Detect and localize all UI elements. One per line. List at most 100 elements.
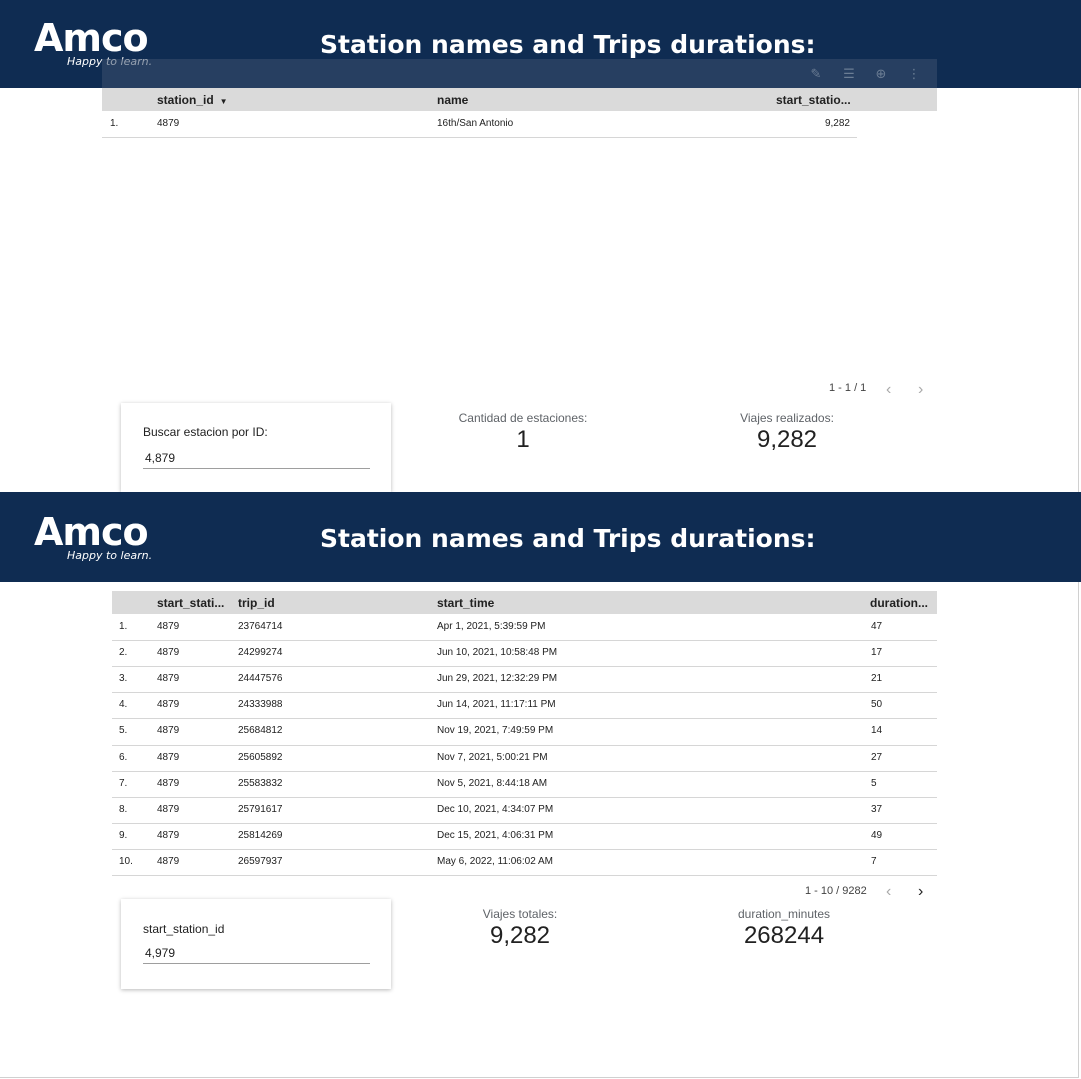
logo-wordmark: Amco <box>34 16 149 60</box>
cell-start-time: May 6, 2022, 11:06:02 AM <box>437 855 554 867</box>
cell-trip-id: 25791617 <box>238 803 283 815</box>
cell-start-time: Jun 14, 2021, 11:17:11 PM <box>437 699 556 711</box>
page-title: Station names and Trips durations: <box>320 30 816 59</box>
row-divider <box>112 875 937 876</box>
row-divider <box>112 823 937 824</box>
page-title: Station names and Trips durations: <box>320 524 816 553</box>
cell-start-station: 4879 <box>157 725 180 737</box>
next-page-button[interactable]: › <box>918 382 923 398</box>
cell-start-station: 4879 <box>157 777 180 789</box>
column-header-name[interactable]: name <box>437 93 468 107</box>
row-number: 8. <box>119 803 128 815</box>
cell-start-station: 4879 <box>157 855 180 867</box>
cell-duration: 5 <box>871 777 877 789</box>
prev-page-button[interactable]: ‹ <box>886 884 891 900</box>
cell-start-time: Nov 19, 2021, 7:49:59 PM <box>437 725 554 737</box>
column-header-start-time[interactable]: start_time <box>437 596 494 610</box>
row-divider <box>102 137 857 138</box>
cell-station-id: 4879 <box>157 118 180 129</box>
cell-duration: 50 <box>871 699 883 711</box>
column-header-start-station[interactable]: start_statio... <box>776 93 851 107</box>
pagination-label: 1 - 1 / 1 <box>829 382 867 394</box>
cell-name: 16th/San Antonio <box>437 118 514 129</box>
scorecard-label: Cantidad de estaciones: <box>458 411 588 425</box>
cell-start-time: Apr 1, 2021, 5:39:59 PM <box>437 621 546 632</box>
cell-start-time: Nov 7, 2021, 5:00:21 PM <box>437 751 548 763</box>
scorecard-value: 9,282 <box>489 922 551 949</box>
cell-start-station: 4879 <box>157 647 180 659</box>
cell-start-time: Jun 10, 2021, 10:58:48 PM <box>437 647 558 659</box>
cell-trip-id: 25684812 <box>238 725 283 737</box>
row-number: 4. <box>119 699 128 711</box>
row-divider <box>112 692 937 693</box>
cell-start-station: 4879 <box>157 621 180 632</box>
pencil-icon[interactable]: ✎ <box>808 66 824 82</box>
row-divider <box>112 718 937 719</box>
table-header: station_id ▼ name start_statio... <box>102 88 937 111</box>
start-station-id-input[interactable]: 4,979 <box>143 944 370 964</box>
table-header: start_stati... trip_id start_time durati… <box>112 591 937 614</box>
prev-page-button[interactable]: ‹ <box>886 382 891 398</box>
row-number: 1. <box>119 621 128 632</box>
page-border <box>0 1077 1079 1078</box>
pagination-label: 1 - 10 / 9282 <box>805 885 867 897</box>
row-number: 1. <box>110 118 119 129</box>
scorecard-label: duration_minutes <box>737 907 831 921</box>
scorecard-value: 9,282 <box>756 426 818 453</box>
control-label: Buscar estacion por ID: <box>143 425 268 439</box>
column-header-trip-id[interactable]: trip_id <box>238 596 275 610</box>
cell-trip-id: 24333988 <box>238 699 283 711</box>
row-divider <box>112 745 937 746</box>
next-page-button[interactable]: › <box>918 884 923 900</box>
column-header-duration[interactable]: duration... <box>870 596 928 610</box>
cell-trip-id: 26597937 <box>238 855 283 867</box>
page-border <box>1078 88 1079 1078</box>
filter-icon[interactable]: ☰ <box>841 66 857 82</box>
cell-duration: 14 <box>871 725 883 737</box>
row-divider <box>112 849 937 850</box>
column-header-start-station[interactable]: start_stati... <box>157 596 224 610</box>
cell-trip-id: 24447576 <box>238 673 283 685</box>
cell-trip-id: 25583832 <box>238 777 283 789</box>
cell-start-station: 4879 <box>157 751 180 763</box>
cell-trip-id: 25605892 <box>238 751 283 763</box>
logo-wordmark: Amco <box>34 510 149 554</box>
sort-down-icon: ▼ <box>219 97 228 106</box>
station-id-input[interactable]: 4,879 <box>143 449 370 469</box>
cell-duration: 7 <box>871 855 877 867</box>
column-header-station-id[interactable]: station_id ▼ <box>157 93 228 107</box>
scorecard-label: Viajes realizados: <box>740 411 834 425</box>
scorecard-value: 1 <box>516 426 530 453</box>
cell-trip-id: 24299274 <box>238 647 283 659</box>
cell-trip-id: 25814269 <box>238 829 283 841</box>
filter-control-card: Buscar estacion por ID: 4,879 <box>121 403 391 492</box>
filter-control-card: start_station_id 4,979 <box>121 899 391 989</box>
cell-duration: 47 <box>871 621 883 632</box>
cell-duration: 21 <box>871 673 883 685</box>
row-number: 9. <box>119 829 128 841</box>
cell-start-time: Nov 5, 2021, 8:44:18 AM <box>437 777 548 789</box>
row-number: 2. <box>119 647 128 659</box>
cell-trip-id: 23764714 <box>238 621 283 632</box>
row-divider <box>112 666 937 667</box>
row-divider <box>112 640 937 641</box>
zoom-icon[interactable]: ⊕ <box>873 66 889 82</box>
row-number: 7. <box>119 777 128 789</box>
row-divider <box>112 771 937 772</box>
cell-start-station: 4879 <box>157 829 180 841</box>
row-divider <box>112 797 937 798</box>
amco-logo: Amco Happy to learn. <box>34 512 164 568</box>
table-toolbar: ✎ ☰ ⊕ ⋮ <box>102 59 937 88</box>
more-vert-icon[interactable]: ⋮ <box>906 66 922 82</box>
cell-duration: 49 <box>871 829 883 841</box>
cell-start-station: 4879 <box>157 803 180 815</box>
cell-duration: 27 <box>871 751 883 763</box>
cell-start-station: 9,282 <box>824 118 850 129</box>
row-number: 3. <box>119 673 128 685</box>
scorecard-label: Viajes totales: <box>482 907 558 921</box>
row-number: 5. <box>119 725 128 737</box>
row-number: 6. <box>119 751 128 763</box>
row-number: 10. <box>119 855 133 867</box>
cell-duration: 37 <box>871 803 883 815</box>
cell-start-time: Jun 29, 2021, 12:32:29 PM <box>437 673 558 685</box>
